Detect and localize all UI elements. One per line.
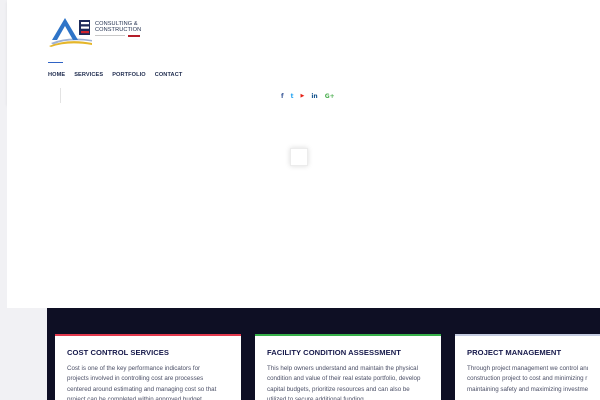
header-divider	[60, 88, 61, 103]
logo-icon	[49, 18, 92, 47]
card-accent-line	[55, 334, 241, 336]
logo-red-accent	[128, 34, 140, 37]
card-text: Cost is one of the key performance indic…	[67, 365, 217, 400]
card-title: PROJECT MANAGEMENT	[467, 348, 562, 357]
logo-underline	[95, 35, 125, 36]
service-card-project-management[interactable]: PROJECT MANAGEMENT Through project manag…	[455, 334, 600, 400]
card-text: This help owners understand and maintain…	[267, 365, 421, 400]
social-links: f t ▶ in G+	[281, 93, 335, 100]
nav-home[interactable]: HOME	[48, 72, 65, 78]
site-header: CONSULTING & CONSTRUCTION HOME SERVICES …	[7, 0, 600, 104]
card-title: FACILITY CONDITION ASSESSMENT	[267, 348, 401, 357]
youtube-icon[interactable]: ▶	[301, 93, 305, 100]
nav-services[interactable]: SERVICES	[74, 72, 103, 78]
main-content-area	[7, 104, 600, 308]
card-accent-line	[455, 334, 600, 336]
service-card-cost-control[interactable]: COST CONTROL SERVICES Cost is one of the…	[55, 334, 241, 400]
card-text: Through project management we control an…	[467, 365, 588, 393]
nav-active-indicator	[48, 62, 63, 64]
nav-portfolio[interactable]: PORTFOLIO	[112, 72, 146, 78]
card-accent-line	[255, 334, 441, 336]
twitter-icon[interactable]: t	[291, 93, 294, 100]
linkedin-icon[interactable]: in	[311, 93, 317, 100]
main-nav: HOME SERVICES PORTFOLIO CONTACT	[48, 72, 182, 78]
service-card-facility-assessment[interactable]: FACILITY CONDITION ASSESSMENT This help …	[255, 334, 441, 400]
card-title: COST CONTROL SERVICES	[67, 348, 170, 357]
facebook-icon[interactable]: f	[281, 93, 284, 100]
logo-line-2: CONSTRUCTION	[95, 27, 142, 34]
loading-spinner	[290, 148, 308, 166]
google-plus-icon[interactable]: G+	[325, 93, 335, 100]
logo-wordmark: CONSULTING & CONSTRUCTION	[95, 21, 141, 34]
nav-contact[interactable]: CONTACT	[155, 72, 183, 78]
company-logo[interactable]: CONSULTING & CONSTRUCTION	[48, 16, 144, 50]
